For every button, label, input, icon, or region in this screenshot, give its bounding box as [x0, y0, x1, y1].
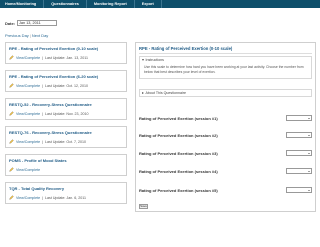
chevron-right-icon	[142, 92, 144, 94]
questionnaire-title[interactable]: RESTQ-76 - Recovery-Stress Questionnaire	[9, 130, 123, 135]
date-row: Date:	[5, 20, 58, 26]
session-select[interactable]	[286, 168, 312, 174]
pencil-icon	[9, 139, 14, 144]
questionnaire-meta: View/Complete | Last Update: Oct. 12, 20…	[9, 83, 123, 88]
sep-bar: |	[42, 195, 44, 200]
session-row: Rating of Perceived Exertion (session #4…	[139, 166, 312, 176]
last-update-text: Last Update: Jan. 6, 2011	[45, 195, 86, 200]
questionnaire-card: RPE - Rating of Perceived Exertion (6-20…	[5, 70, 127, 92]
view-complete-link[interactable]: View/Complete	[16, 140, 40, 144]
chevron-down-icon	[308, 135, 310, 136]
panel-divider	[139, 53, 312, 54]
questionnaire-list: RPE - Rating of Perceived Exertion (0-10…	[5, 42, 127, 210]
about-questionnaire-toggle[interactable]: About This Questionnaire	[139, 89, 312, 97]
sep-bar: |	[42, 55, 44, 60]
view-complete-link[interactable]: View/Complete	[16, 84, 40, 88]
date-label: Date:	[5, 20, 16, 26]
sep-bar: |	[42, 111, 44, 116]
previous-day-link[interactable]: Previous Day	[5, 33, 29, 38]
questionnaire-meta: View/Complete | Last Update: Nov. 23, 20…	[9, 111, 123, 116]
date-input[interactable]	[17, 20, 58, 26]
pencil-icon	[9, 195, 14, 200]
view-complete-link[interactable]: View/Complete	[16, 196, 40, 200]
about-label: About This Questionnaire	[145, 91, 187, 95]
pencil-icon	[9, 167, 14, 172]
questionnaire-card: POMS - Profile of Mood States View/Compl…	[5, 154, 127, 176]
last-update-text: Last Update: Jan. 13, 2011	[45, 55, 88, 60]
view-complete-link[interactable]: View/Complete	[16, 168, 40, 172]
last-update-text: Last Update: Oct. 12, 2010	[45, 83, 88, 88]
nav-export[interactable]: Export	[135, 0, 162, 8]
sep-bar: |	[42, 83, 44, 88]
nav-questionnaires[interactable]: Questionnaires	[44, 0, 87, 8]
instructions-label: Instructions	[145, 58, 164, 62]
session-row: Rating of Perceived Exertion (session #2…	[139, 130, 312, 140]
session-select[interactable]	[286, 187, 312, 193]
questionnaire-meta: View/Complete	[9, 167, 123, 172]
questionnaire-card: TQR - Total Quality Recovery View/Comple…	[5, 182, 127, 204]
questionnaire-meta: View/Complete | Last Update: Oct. 7, 201…	[9, 139, 123, 144]
chevron-down-icon	[308, 153, 310, 154]
questionnaire-title[interactable]: RPE - Rating of Perceived Exertion (6-20…	[9, 74, 123, 79]
view-complete-link[interactable]: View/Complete	[16, 56, 40, 60]
questionnaire-title[interactable]: RPE - Rating of Perceived Exertion (0-10…	[9, 46, 123, 51]
day-separator: |	[29, 33, 31, 38]
chevron-down-icon	[308, 190, 310, 191]
questionnaire-meta: View/Complete | Last Update: Jan. 6, 201…	[9, 195, 123, 200]
session-row: Rating of Perceived Exertion (session #5…	[139, 185, 312, 195]
panel-title: RPE - Rating of Perceived Exertion (0-10…	[139, 46, 233, 51]
session-label: Rating of Perceived Exertion (session #4…	[139, 168, 218, 174]
session-row: Rating of Perceived Exertion (session #1…	[139, 113, 312, 123]
session-label: Rating of Perceived Exertion (session #2…	[139, 132, 218, 138]
questionnaire-card: RESTQ-76 - Recovery-Stress Questionnaire…	[5, 126, 127, 148]
last-update-text: Last Update: Nov. 23, 2010	[45, 111, 89, 116]
questionnaire-title[interactable]: POMS - Profile of Mood States	[9, 158, 123, 163]
chevron-down-icon	[142, 59, 144, 61]
questionnaire-card: RESTQ-52 - Recovery-Stress Questionnaire…	[5, 98, 127, 120]
nav-home-monitoring[interactable]: Home/Monitoring	[0, 0, 45, 8]
questionnaire-form-panel: RPE - Rating of Perceived Exertion (0-10…	[135, 42, 316, 212]
pencil-icon	[9, 55, 14, 60]
session-row: Rating of Perceived Exertion (session #3…	[139, 148, 312, 158]
chevron-down-icon	[308, 118, 310, 119]
session-label: Rating of Perceived Exertion (session #1…	[139, 115, 218, 121]
questionnaire-title[interactable]: RESTQ-52 - Recovery-Stress Questionnaire	[9, 102, 123, 107]
session-select[interactable]	[286, 132, 312, 138]
questionnaire-title[interactable]: TQR - Total Quality Recovery	[9, 186, 123, 191]
questionnaire-card: RPE - Rating of Perceived Exertion (0-10…	[5, 42, 127, 64]
next-day-link[interactable]: Next Day	[32, 33, 48, 38]
last-update-text: Last Update: Oct. 7, 2010	[45, 139, 87, 144]
save-button[interactable]: Save	[139, 204, 148, 209]
sep-bar: |	[42, 139, 44, 144]
top-navbar: Home/Monitoring Questionnaires Monitorin…	[0, 0, 320, 8]
session-label: Rating of Perceived Exertion (session #3…	[139, 150, 218, 156]
nav-monitoring-report[interactable]: Monitoring Report	[87, 0, 135, 8]
instructions-text: Use this scale to determine how hard you…	[144, 65, 304, 74]
session-label: Rating of Perceived Exertion (session #5…	[139, 187, 218, 193]
session-select[interactable]	[286, 115, 312, 121]
view-complete-link[interactable]: View/Complete	[16, 112, 40, 116]
pencil-icon	[9, 111, 14, 116]
pencil-icon	[9, 83, 14, 88]
instructions-section: Instructions Use this scale to determine…	[139, 56, 312, 79]
day-navigation: Previous Day|Next Day	[5, 33, 48, 38]
chevron-down-icon	[308, 171, 310, 172]
questionnaire-meta: View/Complete | Last Update: Jan. 13, 20…	[9, 55, 123, 60]
session-select[interactable]	[286, 150, 312, 156]
